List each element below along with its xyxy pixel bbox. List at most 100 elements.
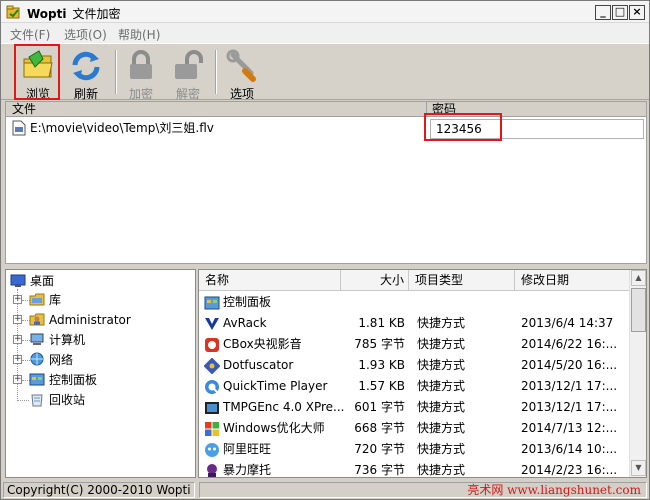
header-date[interactable]: 修改日期 — [515, 270, 629, 291]
app-name: Wopti — [27, 7, 67, 21]
item-name: Windows优化大师 — [223, 421, 325, 435]
item-type: 快捷方式 — [417, 379, 466, 393]
tree-label: Administrator — [49, 313, 131, 327]
decrypt-button[interactable]: 解密 — [166, 46, 210, 101]
refresh-button[interactable]: 刷新 — [64, 46, 108, 101]
file-list-header: 文件 密码 — [6, 102, 646, 117]
item-name: QuickTime Player — [223, 379, 328, 393]
windows-optimizer-icon — [205, 422, 219, 436]
menu-help[interactable]: 帮助(H) — [118, 26, 160, 43]
cbox-icon — [205, 338, 219, 352]
expand-toggle[interactable]: + — [13, 355, 22, 364]
column-file[interactable]: 文件 — [12, 102, 36, 117]
item-date: 2014/6/22 16:... — [521, 337, 618, 351]
unlock-icon — [175, 50, 203, 79]
list-item[interactable]: 暴力摩托 736 字节 快捷方式 2014/2/23 16:... — [199, 460, 629, 477]
quicktime-icon — [205, 380, 219, 394]
item-name: AvRack — [223, 316, 267, 330]
maximize-button[interactable]: □ — [612, 5, 628, 20]
tree-label: 桌面 — [30, 274, 55, 288]
folder-tree: 桌面 + 库 + Administrator + 计算机 + 网络 + 控制面板… — [5, 269, 196, 478]
window-title: Wopti 文件加密 — [27, 5, 121, 22]
options-label: 选项 — [229, 87, 254, 101]
tree-label: 计算机 — [49, 333, 86, 347]
list-item[interactable]: QuickTime Player 1.57 KB 快捷方式 2013/12/1 … — [199, 376, 629, 397]
file-list-view: 名称 大小 项目类型 修改日期 控制面板 AvRack 1.81 KB 快捷方式… — [198, 269, 647, 478]
scrollbar-thumb[interactable] — [631, 288, 646, 332]
browse-highlight-box — [14, 44, 60, 100]
item-date: 2014/7/13 12:... — [521, 421, 618, 435]
window-title-text: 文件加密 — [72, 7, 121, 21]
item-name: CBox央视影音 — [223, 337, 302, 351]
list-item[interactable]: 阿里旺旺 720 字节 快捷方式 2013/6/14 10:... — [199, 439, 629, 460]
item-date: 2014/2/23 16:... — [521, 463, 618, 477]
item-size: 1.57 KB — [358, 379, 405, 393]
user-folder-icon — [29, 313, 45, 326]
copyright-text: Copyright(C) 2000-2010 Wopti — [3, 482, 195, 498]
wrench-icon — [226, 49, 256, 82]
control-panel-icon — [204, 296, 220, 310]
scroll-up-arrow-icon[interactable]: ▲ — [631, 270, 646, 286]
item-size: 1.93 KB — [358, 358, 405, 372]
minimize-button[interactable]: _ — [595, 5, 611, 20]
list-item[interactable]: AvRack 1.81 KB 快捷方式 2013/6/4 14:37 — [199, 313, 629, 334]
menu-options[interactable]: 选项(O) — [64, 26, 107, 43]
options-button[interactable]: 选项 — [220, 46, 264, 101]
scroll-down-arrow-icon[interactable]: ▼ — [631, 460, 646, 476]
app-window: Wopti 文件加密 _ □ × 文件(F) 选项(O) 帮助(H) 浏览 刷新… — [0, 0, 650, 500]
toolbar-separator — [215, 50, 217, 94]
expand-toggle[interactable]: + — [13, 335, 22, 344]
tree-item-computer[interactable]: + 计算机 — [13, 331, 193, 349]
item-type: 快捷方式 — [417, 400, 466, 414]
tree-item-administrator[interactable]: + Administrator — [13, 311, 193, 329]
list-item[interactable]: 控制面板 — [199, 292, 629, 313]
list-item[interactable]: Windows优化大师 668 字节 快捷方式 2014/7/13 12:... — [199, 418, 629, 439]
tree-label: 回收站 — [49, 393, 86, 407]
header-name[interactable]: 名称 — [199, 270, 341, 291]
list-item[interactable]: Dotfuscator 1.93 KB 快捷方式 2014/5/20 16:..… — [199, 355, 629, 376]
item-size: 720 字节 — [354, 442, 405, 456]
file-path: E:\movie\video\Temp\刘三姐.flv — [30, 121, 214, 135]
item-type: 快捷方式 — [417, 442, 466, 456]
close-button[interactable]: × — [629, 5, 645, 20]
item-name: 阿里旺旺 — [223, 442, 272, 456]
expand-toggle[interactable]: + — [13, 375, 22, 384]
tree-item-desktop[interactable]: 桌面 — [10, 272, 190, 290]
menu-bar: 文件(F) 选项(O) 帮助(H) — [1, 23, 649, 43]
expand-toggle[interactable]: + — [13, 315, 22, 324]
item-type: 快捷方式 — [417, 316, 466, 330]
item-type: 快捷方式 — [417, 421, 466, 435]
menu-file[interactable]: 文件(F) — [10, 26, 50, 43]
tree-label: 控制面板 — [49, 373, 98, 387]
tree-label: 库 — [49, 293, 62, 307]
item-size: 601 字节 — [354, 400, 405, 414]
folder-icon — [29, 293, 45, 306]
tree-item-network[interactable]: + 网络 — [13, 351, 193, 369]
tree-item-recycle-bin[interactable]: 回收站 — [13, 391, 193, 409]
aliwangwang-icon — [205, 443, 219, 457]
item-type: 快捷方式 — [417, 463, 466, 477]
item-type: 快捷方式 — [417, 337, 466, 351]
file-list-panel: 文件 密码 E:\movie\video\Temp\刘三姐.flv — [5, 101, 647, 264]
list-item[interactable]: TMPGEnc 4.0 XPre... 601 字节 快捷方式 2013/12/… — [199, 397, 629, 418]
header-type[interactable]: 项目类型 — [409, 270, 515, 291]
recycle-bin-icon — [31, 394, 43, 407]
list-item[interactable]: CBox央视影音 785 字节 快捷方式 2014/6/22 16:... — [199, 334, 629, 355]
tree-item-library[interactable]: + 库 — [13, 291, 193, 309]
avrack-icon — [205, 318, 219, 330]
item-size: 785 字节 — [354, 337, 405, 351]
item-name: 控制面板 — [223, 295, 272, 309]
list-header: 名称 大小 项目类型 修改日期 — [199, 270, 629, 291]
item-size: 668 字节 — [354, 421, 405, 435]
toolbar: 浏览 刷新 加密 解密 选项 — [1, 43, 649, 101]
encrypt-button[interactable]: 加密 — [119, 46, 163, 101]
desktop-icon — [10, 274, 26, 287]
tree-item-control-panel[interactable]: + 控制面板 — [13, 371, 193, 389]
item-size: 736 字节 — [354, 463, 405, 477]
expand-toggle[interactable]: + — [13, 295, 22, 304]
vertical-scrollbar[interactable]: ▲ ▼ — [629, 270, 646, 477]
file-row[interactable]: E:\movie\video\Temp\刘三姐.flv — [6, 118, 646, 140]
app-icon — [6, 5, 20, 19]
header-size[interactable]: 大小 — [341, 270, 409, 291]
item-date: 2013/6/4 14:37 — [521, 316, 614, 330]
